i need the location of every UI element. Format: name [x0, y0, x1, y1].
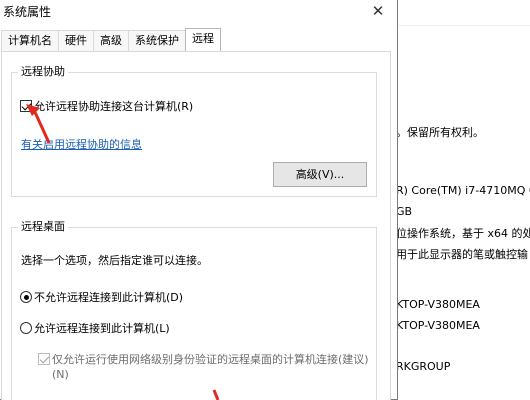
remote-desktop-group: 远程桌面 选择一个选项，然后指定谁可以连接。 不允许远程连接到此计算机(D) 允…: [11, 220, 377, 400]
nla-label: 仅允许运行使用网络级别身份验证的远程桌面的计算机连接(建议) (N): [52, 352, 369, 382]
tab-remote[interactable]: 远程: [185, 28, 221, 51]
dialog-titlebar[interactable]: 系统属性 ✕: [0, 0, 397, 24]
nla-check[interactable]: [38, 353, 50, 365]
tab-computer-name[interactable]: 计算机名: [1, 30, 59, 51]
remote-assistance-title: 远程协助: [18, 65, 68, 79]
allow-remote-assistance-check[interactable]: [20, 100, 32, 112]
nla-label-line1: 仅允许运行使用网络级别身份验证的远程桌面的计算机连接(建议): [52, 353, 369, 366]
processor-text: R) Core(TM) i7-4710MQ C: [396, 184, 530, 197]
tab-advanced[interactable]: 高级: [93, 30, 129, 51]
pen-touch-text: 用于此显示器的笔或触控输: [396, 248, 528, 261]
system-properties-dialog: 系统属性 ✕ 计算机名 硬件 高级 系统保护 远程 远程协助 允许远程协助连接这…: [0, 0, 398, 400]
close-button[interactable]: ✕: [365, 0, 391, 22]
remote-tab-panel: 远程协助 允许远程协助连接这台计算机(R) 有关启用远程协助的信息 高级(V).…: [1, 51, 391, 400]
advanced-button[interactable]: 高级(V)...: [273, 162, 367, 187]
workgroup-text: RKGROUP: [396, 360, 451, 373]
remote-assistance-info-link[interactable]: 有关启用远程协助的信息: [21, 136, 142, 152]
nla-label-line2: (N): [52, 368, 69, 381]
computer-name-text: KTOP-V380MEA: [396, 298, 480, 311]
remote-desktop-instruction: 选择一个选项，然后指定谁可以连接。: [21, 254, 208, 267]
memory-text: GB: [396, 205, 413, 218]
remote-assistance-group: 远程协助 允许远程协助连接这台计算机(R) 有关启用远程协助的信息 高级(V).…: [11, 65, 377, 197]
allow-remote-assistance-label: 允许远程协助连接这台计算机(R): [34, 100, 194, 113]
system-type-text: 位操作系统，基于 x64 的处理器: [396, 227, 530, 240]
remote-desktop-title: 远程桌面: [18, 220, 68, 234]
deny-remote-connection-radio-dot[interactable]: [20, 291, 32, 303]
deny-remote-connection-radio[interactable]: 不允许远程连接到此计算机(D): [20, 289, 183, 305]
full-computer-name-text: KTOP-V380MEA: [396, 319, 480, 332]
background-window-topbar: [396, 0, 530, 26]
allow-remote-assistance-checkbox[interactable]: 允许远程协助连接这台计算机(R): [20, 98, 193, 114]
tab-hardware[interactable]: 硬件: [58, 30, 94, 51]
allow-remote-connection-radio-dot[interactable]: [20, 322, 32, 334]
allow-remote-connection-radio[interactable]: 允许远程连接到此计算机(L): [20, 320, 170, 336]
nla-checkbox[interactable]: 仅允许运行使用网络级别身份验证的远程桌面的计算机连接(建议) (N): [38, 352, 369, 382]
deny-remote-connection-label: 不允许远程连接到此计算机(D): [34, 291, 184, 304]
tab-strip: 计算机名 硬件 高级 系统保护 远程: [1, 28, 221, 52]
dialog-title: 系统属性: [3, 5, 52, 19]
background-system-window: 。保留所有权利。 R) Core(TM) i7-4710MQ C GB 位操作系…: [396, 0, 530, 400]
tab-system-protection[interactable]: 系统保护: [128, 30, 186, 51]
allow-remote-connection-label: 允许远程连接到此计算机(L): [34, 322, 170, 335]
copyright-text: 。保留所有权利。: [396, 126, 484, 139]
